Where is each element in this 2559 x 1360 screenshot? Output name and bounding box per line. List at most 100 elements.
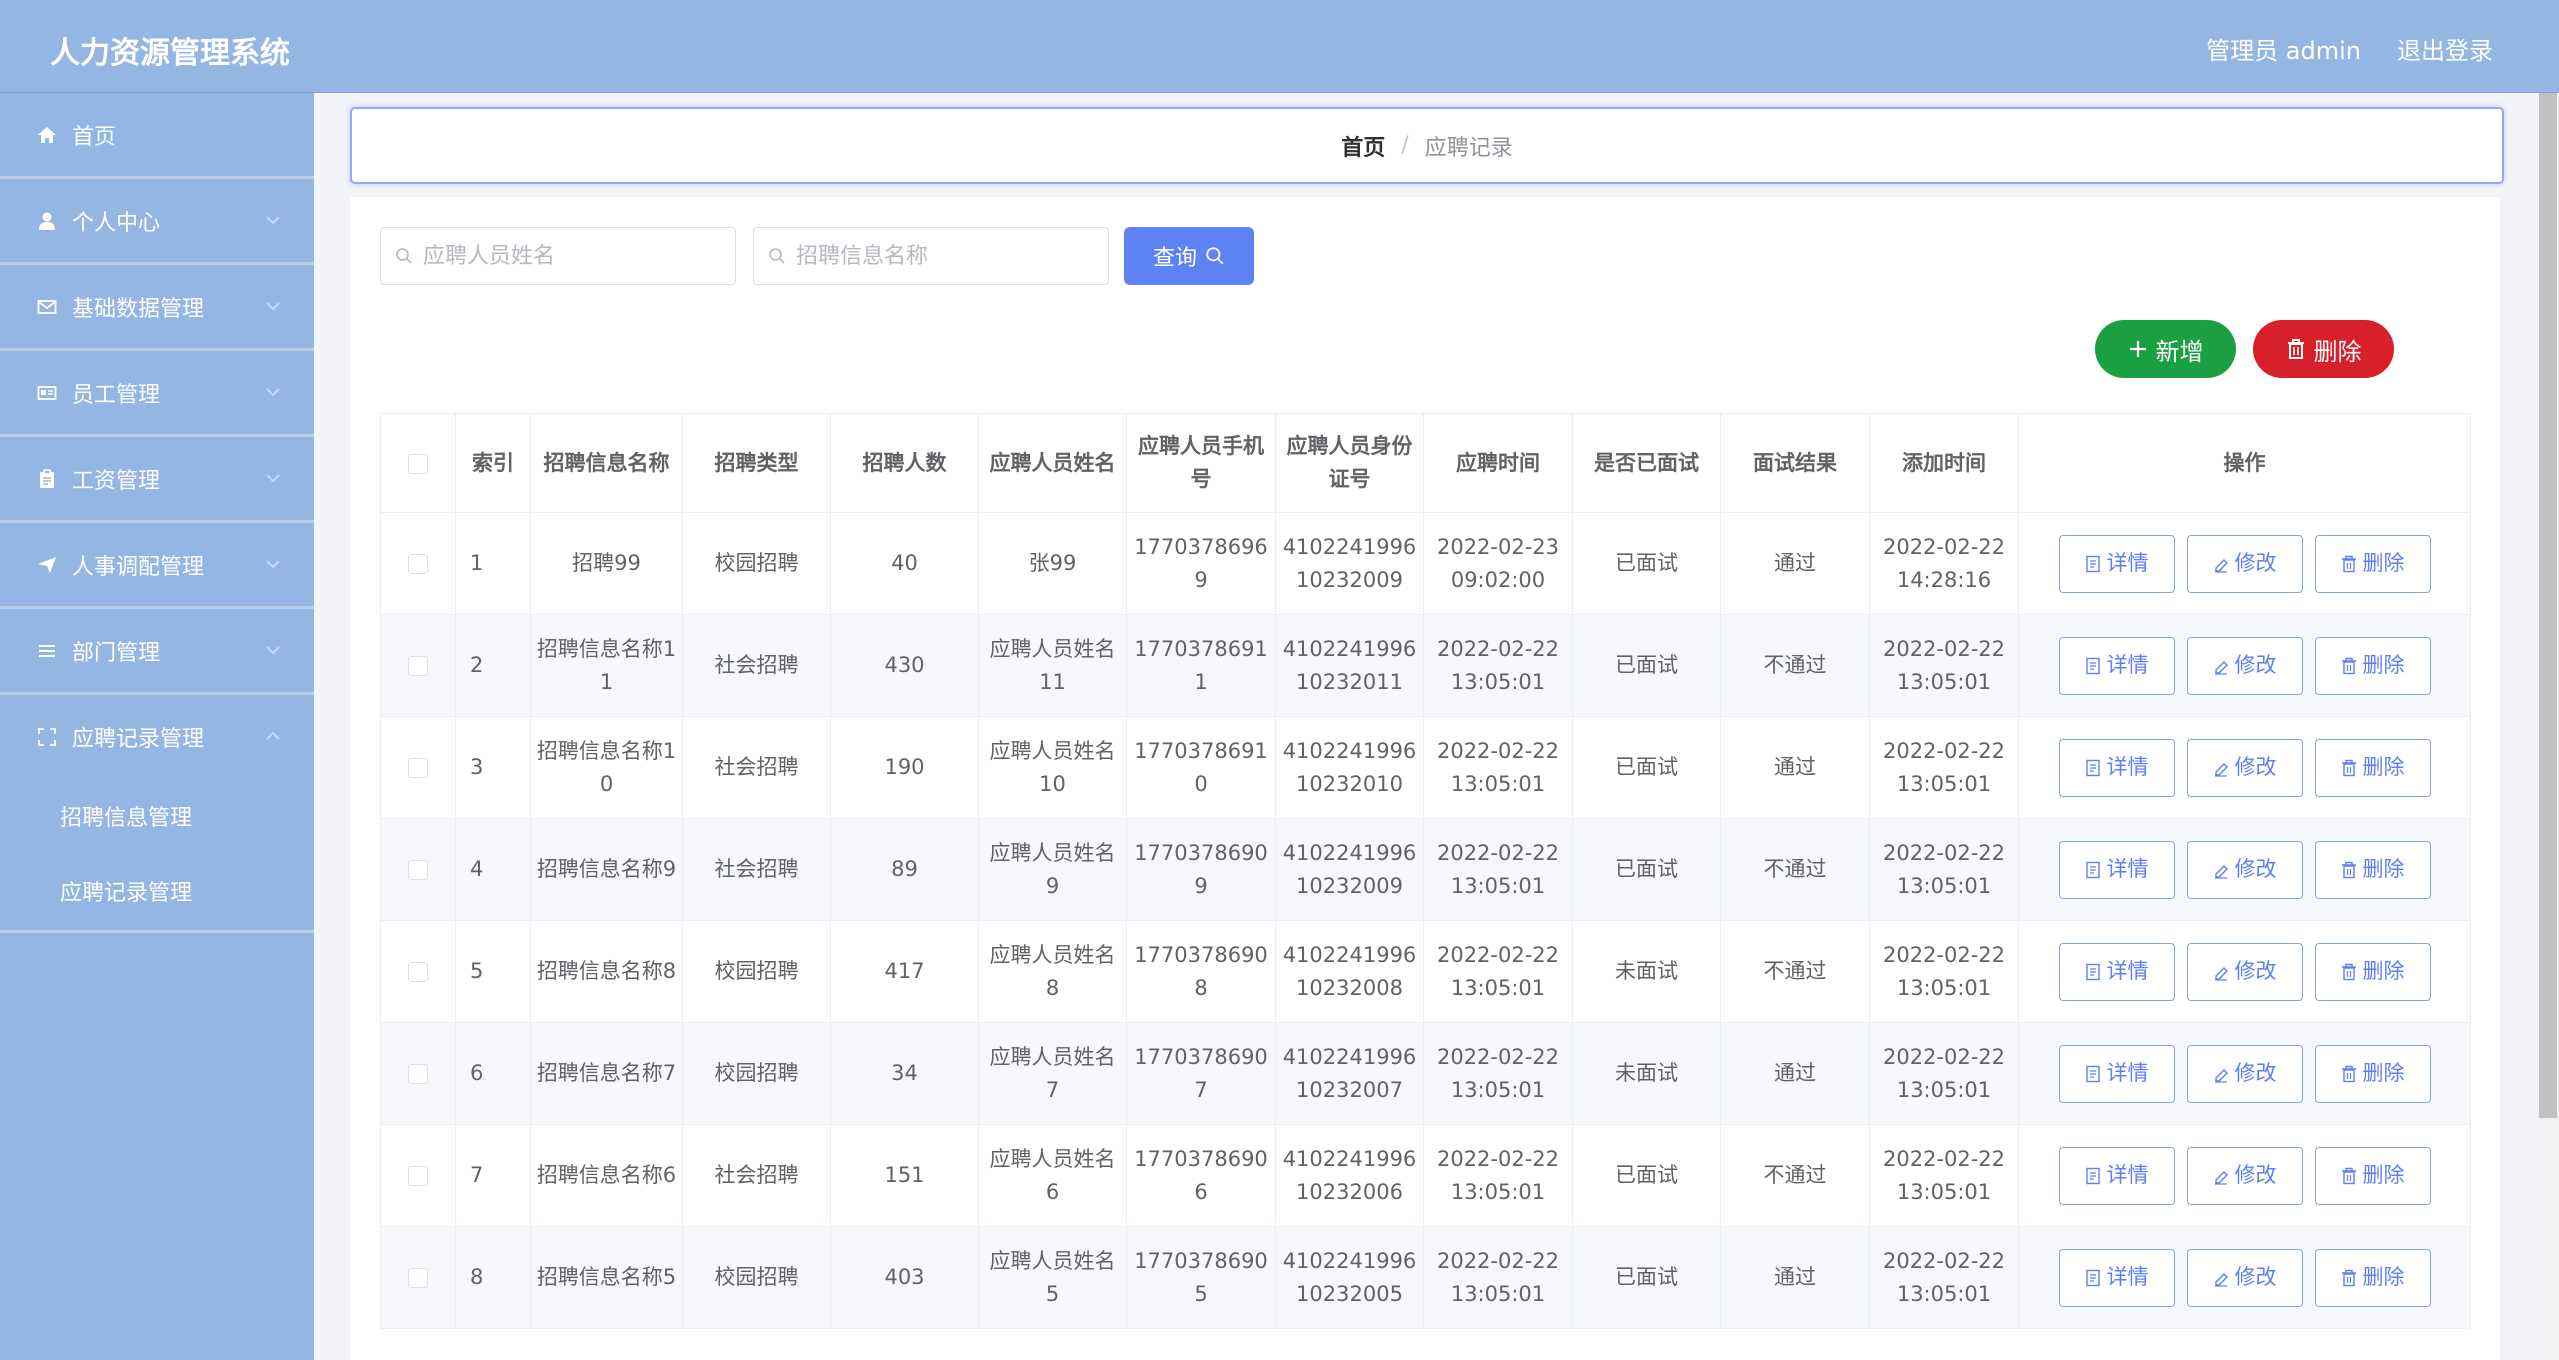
clipboard-icon — [36, 468, 58, 490]
sidebar-subitem-application-records[interactable]: 应聘记录管理 — [0, 853, 314, 928]
applicant-name-input[interactable] — [421, 242, 725, 270]
cell-actions: 详情 修改 删除 — [2018, 1124, 2471, 1227]
sidebar-item-employee[interactable]: 员工管理 — [0, 351, 314, 437]
row-checkbox[interactable] — [408, 1166, 428, 1186]
batch-delete-button[interactable]: 删除 — [2253, 320, 2394, 378]
row-checkbox[interactable] — [408, 860, 428, 880]
trash-icon — [2341, 1269, 2356, 1286]
sidebar-subitem-recruitment-info[interactable]: 招聘信息管理 — [0, 778, 314, 853]
sidebar-item-personal-center[interactable]: 个人中心 — [0, 179, 314, 265]
sidebar-item-salary[interactable]: 工资管理 — [0, 437, 314, 523]
edit-icon — [2214, 1170, 2228, 1185]
row-select-cell — [380, 1124, 456, 1227]
detail-button[interactable]: 详情 — [2058, 738, 2175, 797]
cell-info-name: 招聘信息名称9 — [530, 818, 683, 921]
row-checkbox[interactable] — [408, 656, 428, 676]
page-scrollbar[interactable] — [2537, 93, 2559, 1360]
row-select-cell — [380, 512, 456, 615]
list-icon — [36, 640, 58, 662]
detail-button[interactable]: 详情 — [2058, 942, 2175, 1001]
select-all-checkbox[interactable] — [408, 453, 428, 474]
sidebar-item-basic-data[interactable]: 基础数据管理 — [0, 265, 314, 351]
column-header: 应聘人员手机号 — [1126, 413, 1276, 513]
id-card-icon — [36, 382, 58, 404]
cell-apply-time: 2022-02-22 13:05:01 — [1423, 614, 1573, 717]
sidebar-item-application-records[interactable]: 应聘记录管理 — [0, 695, 314, 778]
edit-button[interactable]: 修改 — [2186, 636, 2303, 695]
delete-button[interactable]: 删除 — [2314, 1146, 2431, 1205]
document-icon — [2085, 1065, 2100, 1082]
search-icon — [1206, 247, 1224, 265]
query-button[interactable]: 查询 — [1124, 227, 1254, 285]
table-body: 1 招聘99 校园招聘 40 张99 17703786969 410224199610232… — [380, 512, 2471, 1329]
edit-button[interactable]: 修改 — [2186, 1146, 2303, 1205]
edit-button[interactable]: 修改 — [2186, 534, 2303, 593]
sidebar-item-personnel-transfer[interactable]: 人事调配管理 — [0, 523, 314, 609]
edit-label: 修改 — [2234, 1163, 2277, 1187]
logout-link[interactable]: 退出登录 — [2397, 31, 2493, 66]
delete-button[interactable]: 删除 — [2314, 1248, 2431, 1307]
delete-button[interactable]: 删除 — [2314, 534, 2431, 593]
row-select-cell — [380, 920, 456, 1023]
edit-label: 修改 — [2234, 1265, 2277, 1289]
delete-label: 删除 — [2362, 1061, 2405, 1085]
cell-added-time: 2022-02-22 13:05:01 — [1869, 818, 2019, 921]
cell-info-name: 招聘信息名称6 — [530, 1124, 683, 1227]
trash-icon — [2341, 657, 2356, 674]
detail-label: 详情 — [2106, 1163, 2149, 1187]
recruitment-info-input[interactable] — [794, 242, 1098, 270]
edit-button[interactable]: 修改 — [2186, 840, 2303, 899]
applicant-name-search[interactable] — [380, 227, 736, 285]
detail-label: 详情 — [2106, 551, 2149, 575]
detail-button[interactable]: 详情 — [2058, 636, 2175, 695]
edit-button[interactable]: 修改 — [2186, 942, 2303, 1001]
cell-id-number: 410224199610232008 — [1275, 920, 1424, 1023]
detail-button[interactable]: 详情 — [2058, 840, 2175, 899]
detail-button[interactable]: 详情 — [2058, 1248, 2175, 1307]
delete-button[interactable]: 删除 — [2314, 1044, 2431, 1103]
table-row: 7 招聘信息名称6 社会招聘 151 应聘人员姓名6 17703786906 4102241… — [380, 1124, 2471, 1227]
delete-button[interactable]: 删除 — [2314, 942, 2431, 1001]
detail-button[interactable]: 详情 — [2058, 1146, 2175, 1205]
cell-index: 5 — [455, 920, 531, 1023]
cell-index: 6 — [455, 1022, 531, 1125]
edit-button[interactable]: 修改 — [2186, 738, 2303, 797]
cell-result: 通过 — [1720, 512, 1870, 615]
row-checkbox[interactable] — [408, 554, 428, 574]
delete-button[interactable]: 删除 — [2314, 738, 2431, 797]
cell-type: 校园招聘 — [682, 1022, 831, 1125]
delete-button[interactable]: 删除 — [2314, 840, 2431, 899]
document-icon — [2085, 759, 2100, 776]
app-title: 人力资源管理系统 — [50, 36, 290, 71]
delete-label: 删除 — [2362, 1163, 2405, 1187]
sidebar-item-home[interactable]: 首页 — [0, 93, 314, 179]
row-checkbox[interactable] — [408, 1268, 428, 1288]
row-checkbox[interactable] — [408, 1064, 428, 1084]
recruitment-info-search[interactable] — [753, 227, 1109, 285]
delete-label: 删除 — [2362, 1265, 2405, 1289]
cell-phone: 17703786905 — [1126, 1226, 1276, 1329]
detail-button[interactable]: 详情 — [2058, 1044, 2175, 1103]
sidebar-item-department[interactable]: 部门管理 — [0, 609, 314, 695]
cell-id-number: 410224199610232011 — [1275, 614, 1424, 717]
scrollbar-thumb[interactable] — [2539, 93, 2557, 1118]
cell-apply-time: 2022-02-22 13:05:01 — [1423, 1124, 1573, 1227]
cell-index: 8 — [455, 1226, 531, 1329]
add-button[interactable]: 新增 — [2095, 320, 2236, 378]
cell-apply-time: 2022-02-22 13:05:01 — [1423, 1226, 1573, 1329]
table-header-row: 索引 招聘信息名称 招聘类型 招聘人数 应聘人员姓名 应聘人员手机号 应聘人员身… — [380, 413, 2471, 513]
cell-phone: 17703786911 — [1126, 614, 1276, 717]
row-checkbox[interactable] — [408, 962, 428, 982]
cell-actions: 详情 修改 删除 — [2018, 1226, 2471, 1329]
delete-button[interactable]: 删除 — [2314, 636, 2431, 695]
cell-info-name: 招聘99 — [530, 512, 683, 615]
edit-button[interactable]: 修改 — [2186, 1248, 2303, 1307]
detail-button[interactable]: 详情 — [2058, 534, 2175, 593]
edit-button[interactable]: 修改 — [2186, 1044, 2303, 1103]
cell-index: 3 — [455, 716, 531, 819]
cell-interviewed: 未面试 — [1572, 920, 1721, 1023]
breadcrumb-home[interactable]: 首页 — [1341, 130, 1385, 162]
cell-interviewed: 已面试 — [1572, 818, 1721, 921]
row-checkbox[interactable] — [408, 758, 428, 778]
cell-applicant: 应聘人员姓名9 — [978, 818, 1127, 921]
